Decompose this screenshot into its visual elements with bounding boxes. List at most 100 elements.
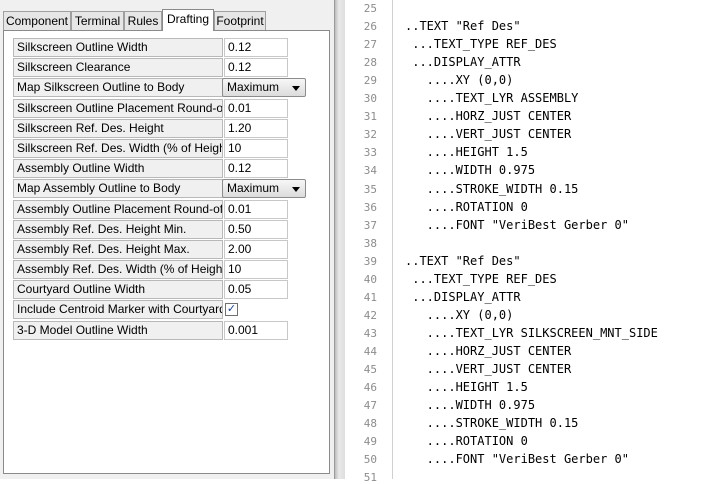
line-number: 33 [363,146,377,160]
property-value-input[interactable]: 0.50 [224,219,288,239]
property-row: 3-D Model Outline Width 0.001 [13,320,293,341]
property-label: Courtyard Outline Width [13,280,223,300]
line-number: 45 [363,363,377,376]
tab-terminal[interactable]: Terminal [71,11,124,30]
chevron-down-icon [292,86,300,92]
tab-rules[interactable]: Rules [124,11,162,30]
property-value-input[interactable]: 0.001 [224,320,288,340]
code-line[interactable]: ...TEXT_TYPE REF_DES [405,272,557,286]
line-number: 47 [363,399,377,413]
property-row: Courtyard Outline Width 0.05 [13,280,293,300]
property-row: Assembly Outline Width 0.12 [13,159,293,179]
property-label: Include Centroid Marker with Courtyard [13,300,223,320]
property-label: Silkscreen Outline Width [13,38,223,57]
code-line[interactable]: ....FONT "VeriBest Gerber 0" [405,452,629,466]
property-label: Assembly Ref. Des. Height Min. [13,219,223,239]
code-line[interactable]: ....HORZ_JUST CENTER [405,109,572,123]
property-label: Assembly Ref. Des. Width (% of Height) [13,260,223,280]
property-value-input[interactable]: 0.12 [224,159,288,179]
property-value-input[interactable]: 0.01 [224,199,288,219]
property-label: Silkscreen Clearance [13,58,223,78]
property-row: Include Centroid Marker with Courtyard ✓ [13,300,293,320]
line-number: 35 [363,182,377,196]
property-value-input[interactable]: 0.12 [224,58,288,78]
property-value-input[interactable]: 1.20 [224,118,288,138]
line-number: 48 [363,417,377,431]
property-label: Assembly Outline Placement Round-off [13,199,223,219]
line-number: 28 [363,56,377,70]
code-line[interactable]: ....HEIGHT 1.5 [405,145,528,159]
dropdown-value: Maximum [227,181,280,196]
line-number: 44 [363,344,377,358]
code-line[interactable]: ..TEXT "Ref Des" [405,254,521,268]
code-line[interactable]: ....XY (0,0) [405,308,514,322]
code-line[interactable]: ....WIDTH 0.975 [405,398,535,412]
code-line[interactable]: ....TEXT_LYR ASSEMBLY [405,91,579,105]
line-number: 42 [363,308,377,322]
code-line[interactable]: ....FONT "VeriBest Gerber 0" [405,218,629,232]
property-dropdown[interactable]: Maximum [222,78,306,98]
property-value-input[interactable]: 0.05 [224,280,288,300]
line-number: 29 [363,74,377,88]
code-line[interactable]: ..TEXT "Ref Des" [405,19,521,33]
line-number: 40 [363,272,377,286]
line-number: 39 [363,254,377,268]
line-number: 27 [363,38,377,52]
property-row: Silkscreen Outline Width 0.12 [13,38,293,58]
property-row: Assembly Ref. Des. Height Max. 2.00 [13,239,293,260]
line-number: 31 [363,110,377,124]
gutter-divider [392,0,393,479]
tab-component[interactable]: Component [3,11,71,30]
code-line[interactable]: ...DISPLAY_ATTR [405,290,520,304]
line-number: 25 [363,2,377,15]
line-number: 32 [363,128,377,142]
code-line[interactable]: ....ROTATION 0 [405,200,528,214]
tab-footprint[interactable]: Footprint [214,11,266,30]
property-row: Silkscreen Ref. Des. Width (% of Height)… [13,138,293,159]
property-grid: Silkscreen Outline Width 0.12 Silkscreen C… [13,38,306,341]
chevron-down-icon [292,187,300,193]
line-number: 43 [363,326,377,340]
property-label: Map Assembly Outline to Body [13,179,223,199]
code-line[interactable]: ....STROKE_WIDTH 0.15 [405,182,579,196]
code-line[interactable]: ...DISPLAY_ATTR [405,55,520,69]
line-number: 50 [363,453,377,467]
property-dropdown[interactable]: Maximum [222,179,306,199]
property-row: Silkscreen Clearance 0.12 [13,58,293,78]
property-label: 3-D Model Outline Width [13,320,223,340]
line-number: 41 [363,290,377,304]
code-line[interactable]: ....TEXT_LYR SILKSCREEN_MNT_SIDE [405,326,658,340]
code-line[interactable]: ...TEXT_TYPE REF_DES [405,37,557,51]
property-value-input[interactable]: 0.12 [224,38,288,57]
code-line[interactable]: ....ROTATION 0 [405,434,528,448]
line-number: 46 [363,381,377,395]
property-label: Silkscreen Outline Placement Round-off [13,98,223,118]
line-number: 36 [363,200,377,214]
code-line[interactable]: ....XY (0,0) [405,73,514,87]
property-label: Map Silkscreen Outline to Body [13,78,223,98]
property-row: Assembly Ref. Des. Height Min. 0.50 [13,219,293,240]
code-line[interactable]: ....HEIGHT 1.5 [405,380,528,394]
property-label: Silkscreen Ref. Des. Width (% of Height) [13,138,223,158]
code-line[interactable]: ....HORZ_JUST CENTER [405,344,572,358]
property-row: Silkscreen Outline Placement Round-off 0.… [13,98,293,119]
code-line[interactable]: ....VERT_JUST CENTER [405,127,572,141]
drafting-panel: Silkscreen Outline Width 0.12 Silkscreen C… [3,30,330,474]
property-value-input[interactable]: 0.01 [224,98,288,118]
property-row: Map Assembly Outline to Body Maximum [13,179,306,199]
tab-drafting[interactable]: Drafting [162,9,214,31]
property-checkbox[interactable]: ✓ [225,303,238,317]
property-value-input[interactable]: 10 [224,138,288,158]
property-value-input[interactable]: 2.00 [224,239,288,259]
property-row: Silkscreen Ref. Des. Height 1.20 [13,118,293,139]
property-label: Silkscreen Ref. Des. Height [13,118,223,138]
text-editor[interactable]: 25 26 ..TEXT "Ref Des" 27 ...TEXT_TYPE REF_… [345,0,727,484]
line-number: 51 [363,471,377,484]
code-line[interactable]: ....WIDTH 0.975 [405,163,535,177]
line-number: 30 [363,92,377,106]
line-number: 38 [363,236,377,250]
property-value-input[interactable]: 10 [224,260,288,280]
code-line[interactable]: ....STROKE_WIDTH 0.15 [405,416,579,430]
code-line[interactable]: ....VERT_JUST CENTER [405,362,572,376]
property-label: Assembly Ref. Des. Height Max. [13,239,223,259]
